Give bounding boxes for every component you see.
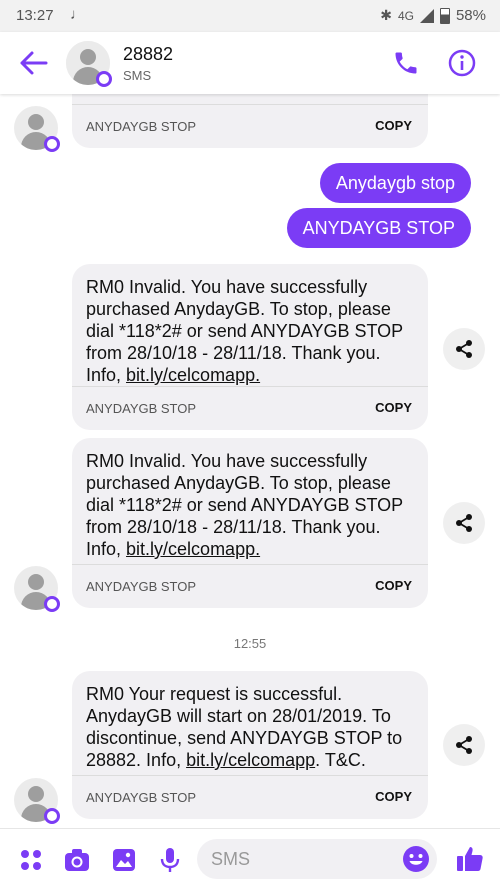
message-signature: ANYDAYGB STOP — [86, 401, 197, 416]
timestamp: 12:55 — [233, 636, 267, 651]
message-footer: ANYDAYGB STOP COPY — [72, 775, 428, 819]
message-link[interactable]: bit.ly/celcomapp. — [126, 365, 260, 385]
contact-name: 28882 — [123, 44, 174, 64]
message-bubble[interactable]: RM0 Invalid. You have successfully purch… — [72, 438, 428, 608]
network-label: 4G — [397, 8, 414, 23]
battery-icon — [439, 7, 450, 24]
mic-icon[interactable] — [156, 846, 184, 874]
message-link[interactable]: bit.ly/celcomapp — [186, 750, 315, 770]
conversation-header: 28882 SMS — [0, 32, 500, 94]
message-bubble[interactable]: RM0 Your request is successful. AnydayGB… — [72, 671, 428, 819]
back-arrow-icon[interactable] — [16, 46, 50, 80]
message-input[interactable]: SMS — [197, 839, 437, 879]
info-icon[interactable] — [447, 48, 477, 78]
copy-button[interactable]: COPY — [375, 789, 412, 804]
phone-icon[interactable] — [392, 49, 420, 77]
apps-icon[interactable] — [17, 846, 45, 874]
share-icon — [456, 736, 472, 754]
sender-avatar[interactable] — [14, 778, 60, 824]
copy-button[interactable]: COPY — [375, 578, 412, 593]
bluetooth-icon: ✱ — [380, 7, 392, 23]
message-link[interactable]: bit.ly/celcomapp. — [126, 539, 260, 559]
contact-subtitle: SMS — [123, 68, 152, 83]
status-time: 13:27 — [16, 7, 54, 24]
status-bar: 13:27 ♩ ✱ 4G 58% — [0, 0, 500, 32]
status-indicators: ✱ 4G 58% — [380, 7, 486, 24]
message-signature: ANYDAYGB STOP — [86, 119, 197, 134]
battery-percent: 58% — [455, 7, 486, 24]
copy-button[interactable]: COPY — [375, 400, 412, 415]
message-text: RM0 Invalid. You have successfully purch… — [86, 451, 403, 559]
sender-avatar[interactable] — [14, 566, 60, 612]
message-footer: ANYDAYGB STOP COPY — [72, 386, 428, 430]
signal-icon — [419, 8, 434, 23]
message-signature: ANYDAYGB STOP — [86, 790, 197, 805]
message-bubble[interactable]: RM0 Invalid. You have successfully purch… — [72, 264, 428, 430]
share-icon — [456, 514, 472, 532]
music-note-icon: ♩ — [70, 6, 85, 23]
copy-button[interactable]: COPY — [375, 118, 412, 133]
thumbs-up-icon[interactable] — [455, 844, 485, 874]
message-input-placeholder: SMS — [211, 849, 251, 869]
message-text: RM0 Your request is successful. AnydayGB… — [86, 684, 403, 770]
sent-message[interactable]: ANYDAYGB STOP — [286, 208, 471, 248]
message-footer: ANYDAYGB STOP COPY — [72, 564, 428, 608]
message-signature: ANYDAYGB STOP — [86, 579, 197, 594]
share-button[interactable] — [443, 502, 485, 544]
emoji-icon[interactable] — [402, 845, 430, 873]
sent-message[interactable]: Anydaygb stop — [319, 163, 471, 203]
composer-bar: SMS — [0, 828, 500, 890]
message-text: RM0 Invalid. You have successfully purch… — [86, 277, 403, 385]
sender-avatar[interactable] — [14, 106, 60, 152]
share-button[interactable] — [443, 328, 485, 370]
camera-icon[interactable] — [63, 846, 91, 874]
message-footer: ANYDAYGB STOP COPY — [72, 104, 428, 148]
share-button[interactable] — [443, 724, 485, 766]
share-icon — [456, 340, 472, 358]
gallery-icon[interactable] — [110, 846, 138, 874]
contact-avatar[interactable] — [66, 41, 112, 87]
